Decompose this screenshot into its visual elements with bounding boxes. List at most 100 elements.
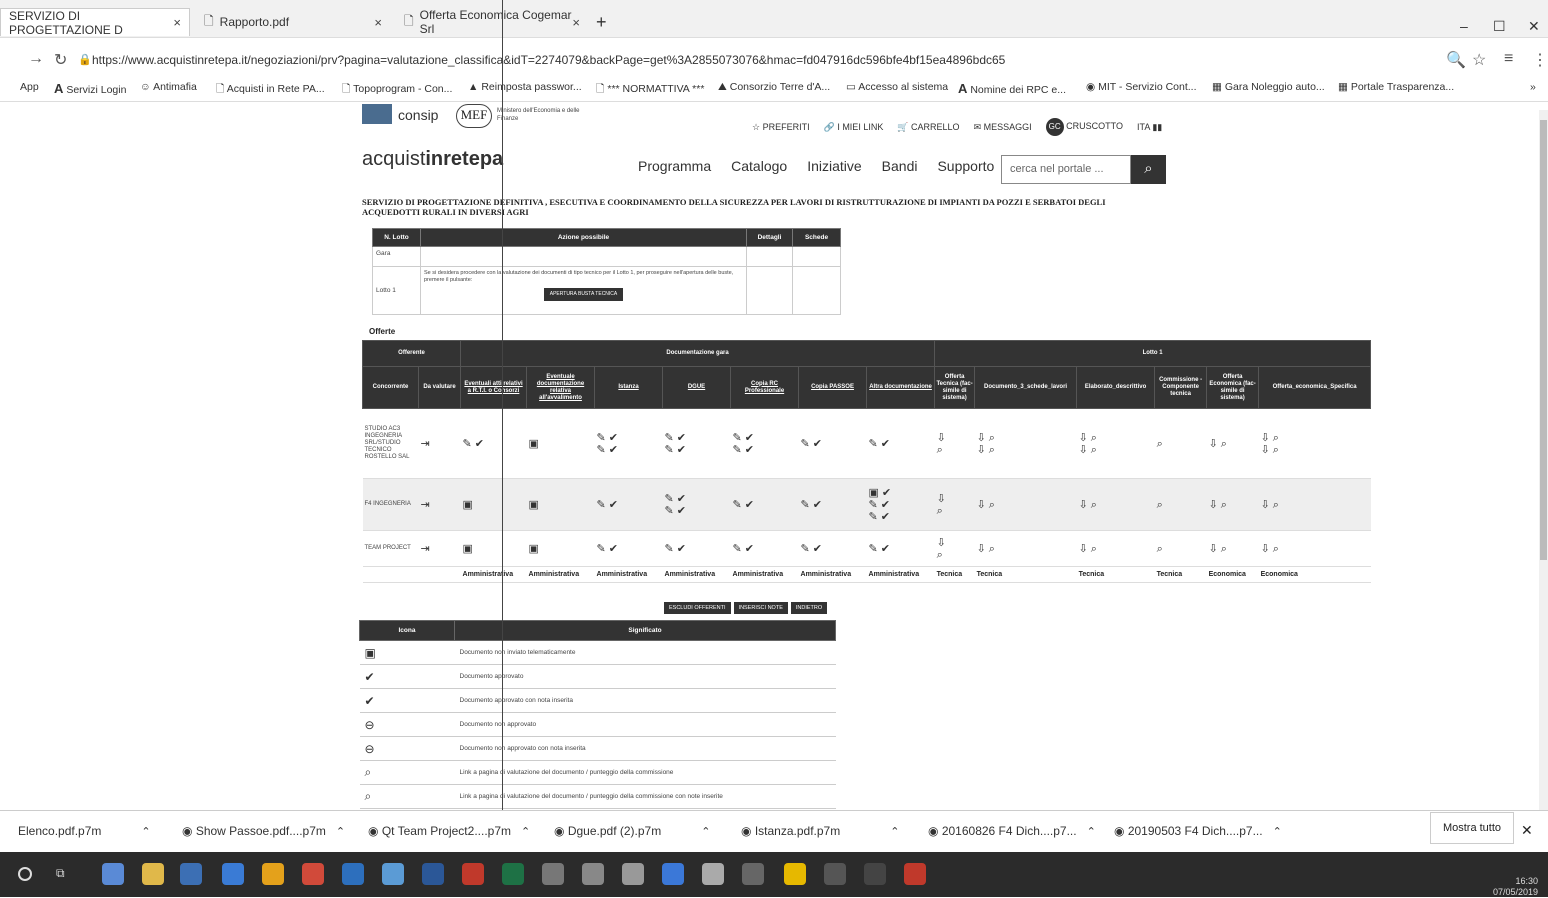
explorer-app-icon[interactable] (142, 863, 164, 885)
tab-offerta[interactable]: 🗋 Offerta Economica Cogemar Srl × (396, 8, 588, 36)
minimize-button[interactable]: – (1460, 18, 1468, 34)
url-input[interactable]: https://www.acquistinretepa.it/negoziazi… (92, 53, 1005, 67)
download-icon[interactable]: ⇩ (1079, 499, 1088, 511)
download-item[interactable]: ◉ Qt Team Project2....p7m ⌃ (368, 824, 530, 838)
ie-app-icon[interactable] (662, 863, 684, 885)
menu-iniziative[interactable]: Iniziative (807, 158, 861, 174)
menu-bandi[interactable]: Bandi (882, 158, 918, 174)
col-header[interactable]: Copia PASSOE (798, 366, 868, 409)
bookmark-item[interactable]: ⛰ Consorzio Terre d'A... (718, 81, 830, 94)
edit-icon[interactable]: ✎ (801, 438, 810, 450)
evaluate-icon[interactable]: ⌕ (1221, 543, 1227, 555)
evaluate-icon[interactable]: ⌕ (937, 505, 943, 517)
escludi-offerenti-button[interactable]: ESCLUDI OFFERENTI (664, 602, 731, 614)
chevron-up-icon[interactable]: ⌃ (336, 826, 345, 838)
download-icon[interactable]: ⇩ (1209, 499, 1218, 511)
download-icon[interactable]: ⇩ (977, 444, 986, 456)
evaluate-icon[interactable]: ⌕ (1091, 499, 1097, 511)
evaluate-icon[interactable]: ⌕ (1273, 543, 1279, 555)
indietro-button[interactable]: INDIETRO (790, 602, 828, 614)
edit-icon[interactable]: ✎ (597, 432, 606, 444)
evaluate-icon[interactable]: ⌕ (989, 432, 995, 444)
evaluate-icon[interactable]: ⌕ (1221, 499, 1227, 511)
chevron-up-icon[interactable]: ⌃ (1273, 826, 1282, 838)
bookmark-item[interactable]: ▭ Accesso al sistema (846, 81, 948, 93)
evaluate-icon[interactable]: ⌕ (989, 444, 995, 456)
download-item[interactable]: Elenco.pdf.p7m ⌃ (18, 824, 151, 838)
evaluate-icon[interactable]: ⌕ (1273, 444, 1279, 456)
evaluate-icon[interactable]: ⌕ (1273, 499, 1279, 511)
menu-supporto[interactable]: Supporto (937, 158, 994, 174)
bookmark-item[interactable]: A Nomine dei RPC e... (958, 81, 1066, 96)
excel-app-icon[interactable] (502, 863, 524, 885)
chevron-up-icon[interactable]: ⌃ (890, 826, 899, 838)
evaluate-enter-icon[interactable]: ⇥ (421, 499, 430, 511)
inserisci-note-button[interactable]: INSERISCI NOTE (733, 602, 788, 614)
download-icon[interactable]: ⇩ (937, 537, 946, 549)
download-icon[interactable]: ⇩ (977, 499, 986, 511)
download-icon[interactable]: ⇩ (1261, 499, 1270, 511)
app-icon[interactable] (622, 863, 644, 885)
extension-icon[interactable]: ≡ (1504, 50, 1513, 68)
edit-icon[interactable]: ✎ (665, 505, 674, 517)
search-button[interactable]: ⌕ (1131, 155, 1166, 184)
edit-icon[interactable]: ✎ (869, 543, 878, 555)
menu-icon[interactable]: ⋮ (1532, 50, 1548, 70)
col-header[interactable]: Istanza (594, 366, 664, 409)
menu-programma[interactable]: Programma (638, 158, 711, 174)
preferiti-link[interactable]: ☆ PREFERITI (752, 122, 810, 133)
edit-icon[interactable]: ✎ (733, 444, 742, 456)
task-view-icon[interactable]: ⧉ (56, 866, 78, 888)
evaluate-icon[interactable]: ⌕ (1091, 444, 1097, 456)
taskbar-clock[interactable]: 16:30 07/05/2019 (1493, 876, 1538, 898)
chevron-up-icon[interactable]: ⌃ (701, 826, 710, 838)
tab-close-icon[interactable]: × (374, 15, 382, 30)
bookmark-item[interactable]: A Servizi Login (54, 81, 126, 96)
app-icon[interactable] (784, 863, 806, 885)
edit-icon[interactable]: ✎ (733, 543, 742, 555)
mail-app-icon[interactable] (222, 863, 244, 885)
language-link[interactable]: ITA ▮▮ (1137, 122, 1162, 133)
evaluate-enter-icon[interactable]: ⇥ (421, 438, 430, 450)
download-icon[interactable]: ⇩ (1079, 444, 1088, 456)
download-icon[interactable]: ⇩ (1079, 432, 1088, 444)
bookmark-item[interactable]: ▦ Portale Trasparenza... (1338, 81, 1454, 93)
evaluate-enter-icon[interactable]: ⇥ (421, 543, 430, 555)
app-icon[interactable] (904, 863, 926, 885)
chevron-up-icon[interactable]: ⌃ (1087, 826, 1096, 838)
download-icon[interactable]: ⇩ (1261, 444, 1270, 456)
tab-close-icon[interactable]: × (572, 15, 580, 30)
app-icon[interactable] (702, 863, 724, 885)
bookmark-item[interactable]: App (20, 81, 39, 93)
menu-catalogo[interactable]: Catalogo (731, 158, 787, 174)
edit-icon[interactable]: ✎ (597, 543, 606, 555)
site-brand[interactable]: acquistinretepa (362, 148, 503, 171)
download-icon[interactable]: ⇩ (1261, 432, 1270, 444)
store-app-icon[interactable] (180, 863, 202, 885)
apertura-busta-button[interactable]: APERTURA BUSTA TECNICA (543, 288, 624, 301)
bookmark-item[interactable]: 🗋 *** NORMATTIVA *** (596, 81, 704, 99)
search-circle-icon[interactable] (18, 867, 32, 881)
evaluate-icon[interactable]: ⌕ (937, 444, 943, 456)
chrome-app-icon[interactable] (262, 863, 284, 885)
download-icon[interactable]: ⇩ (1079, 543, 1088, 555)
new-tab-button[interactable]: + (596, 12, 607, 33)
download-icon[interactable]: ⇩ (937, 493, 946, 505)
download-icon[interactable]: ⇩ (977, 432, 986, 444)
app-icon[interactable] (742, 863, 764, 885)
app-icon[interactable] (824, 863, 846, 885)
col-header[interactable]: Eventuali atti relativi a R.T.I. o Conso… (460, 366, 528, 409)
app-icon[interactable] (864, 863, 886, 885)
bookmark-item[interactable]: ▦ Gara Noleggio auto... (1212, 81, 1325, 93)
miei-link[interactable]: 🔗 I MIEI LINK (824, 122, 884, 133)
app-icon[interactable] (382, 863, 404, 885)
maximize-button[interactable]: ☐ (1493, 18, 1506, 35)
calculator-app-icon[interactable] (542, 863, 564, 885)
tab-rapporto[interactable]: 🗋 Rapporto.pdf × (196, 8, 390, 36)
edit-icon[interactable]: ✎ (869, 511, 878, 523)
download-item[interactable]: ◉ Dgue.pdf (2).p7m ⌃ (554, 824, 710, 838)
edit-icon[interactable]: ✎ (869, 499, 878, 511)
edit-icon[interactable]: ✎ (733, 499, 742, 511)
edit-icon[interactable]: ✎ (801, 543, 810, 555)
evaluate-icon[interactable]: ⌕ (1091, 543, 1097, 555)
